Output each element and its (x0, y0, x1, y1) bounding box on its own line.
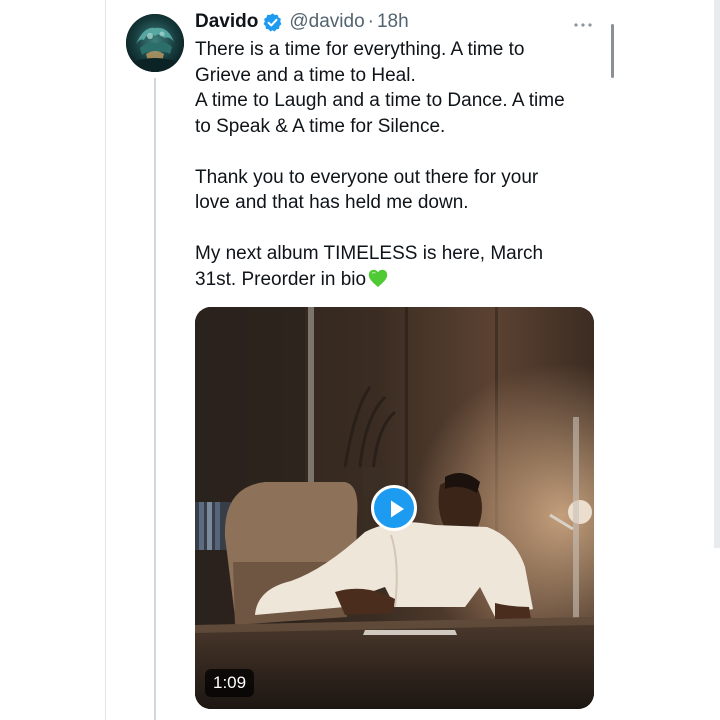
thread-line (154, 78, 156, 720)
tweet-screen: Davido @davido · 18h There is a time for… (0, 0, 720, 720)
separator-dot: · (367, 11, 374, 32)
tweet-line: A time to Laugh and a time to Dance. A t… (195, 90, 565, 111)
verified-badge-icon (262, 12, 283, 33)
tweet-line: There is a time for everything. A time t… (195, 39, 525, 60)
tweet-header: Davido @davido · 18h (195, 10, 409, 34)
tweet-text: There is a time for everything. A time t… (195, 37, 595, 292)
right-edge-panel (714, 0, 720, 548)
green-heart-icon (368, 269, 388, 288)
video-duration-badge: 1:09 (205, 669, 255, 697)
tweet-line: to Speak & A time for Silence. (195, 115, 446, 137)
tweet-line: My next album TIMELESS is here, March (195, 243, 544, 264)
play-button[interactable] (371, 485, 417, 531)
tweet-last-line: 31st. Preorder in bio (195, 267, 595, 293)
video-player[interactable]: 1:09 (195, 307, 594, 709)
avatar-image (126, 14, 184, 72)
tweet-line: Thank you to everyone out there for your (195, 166, 539, 188)
user-handle[interactable]: @davido (289, 10, 364, 34)
more-horizontal-icon[interactable] (572, 16, 594, 27)
display-name[interactable]: Davido (195, 10, 258, 34)
timestamp[interactable]: 18h (377, 10, 409, 34)
tweet-line: Grieve and a time to Heal. (195, 64, 416, 86)
avatar[interactable] (126, 14, 184, 72)
play-icon (391, 500, 404, 518)
scrollbar[interactable] (611, 24, 614, 78)
tweet-line: 31st. Preorder in bio (195, 268, 367, 290)
tweet-line: love and that has held me down. (195, 192, 469, 213)
